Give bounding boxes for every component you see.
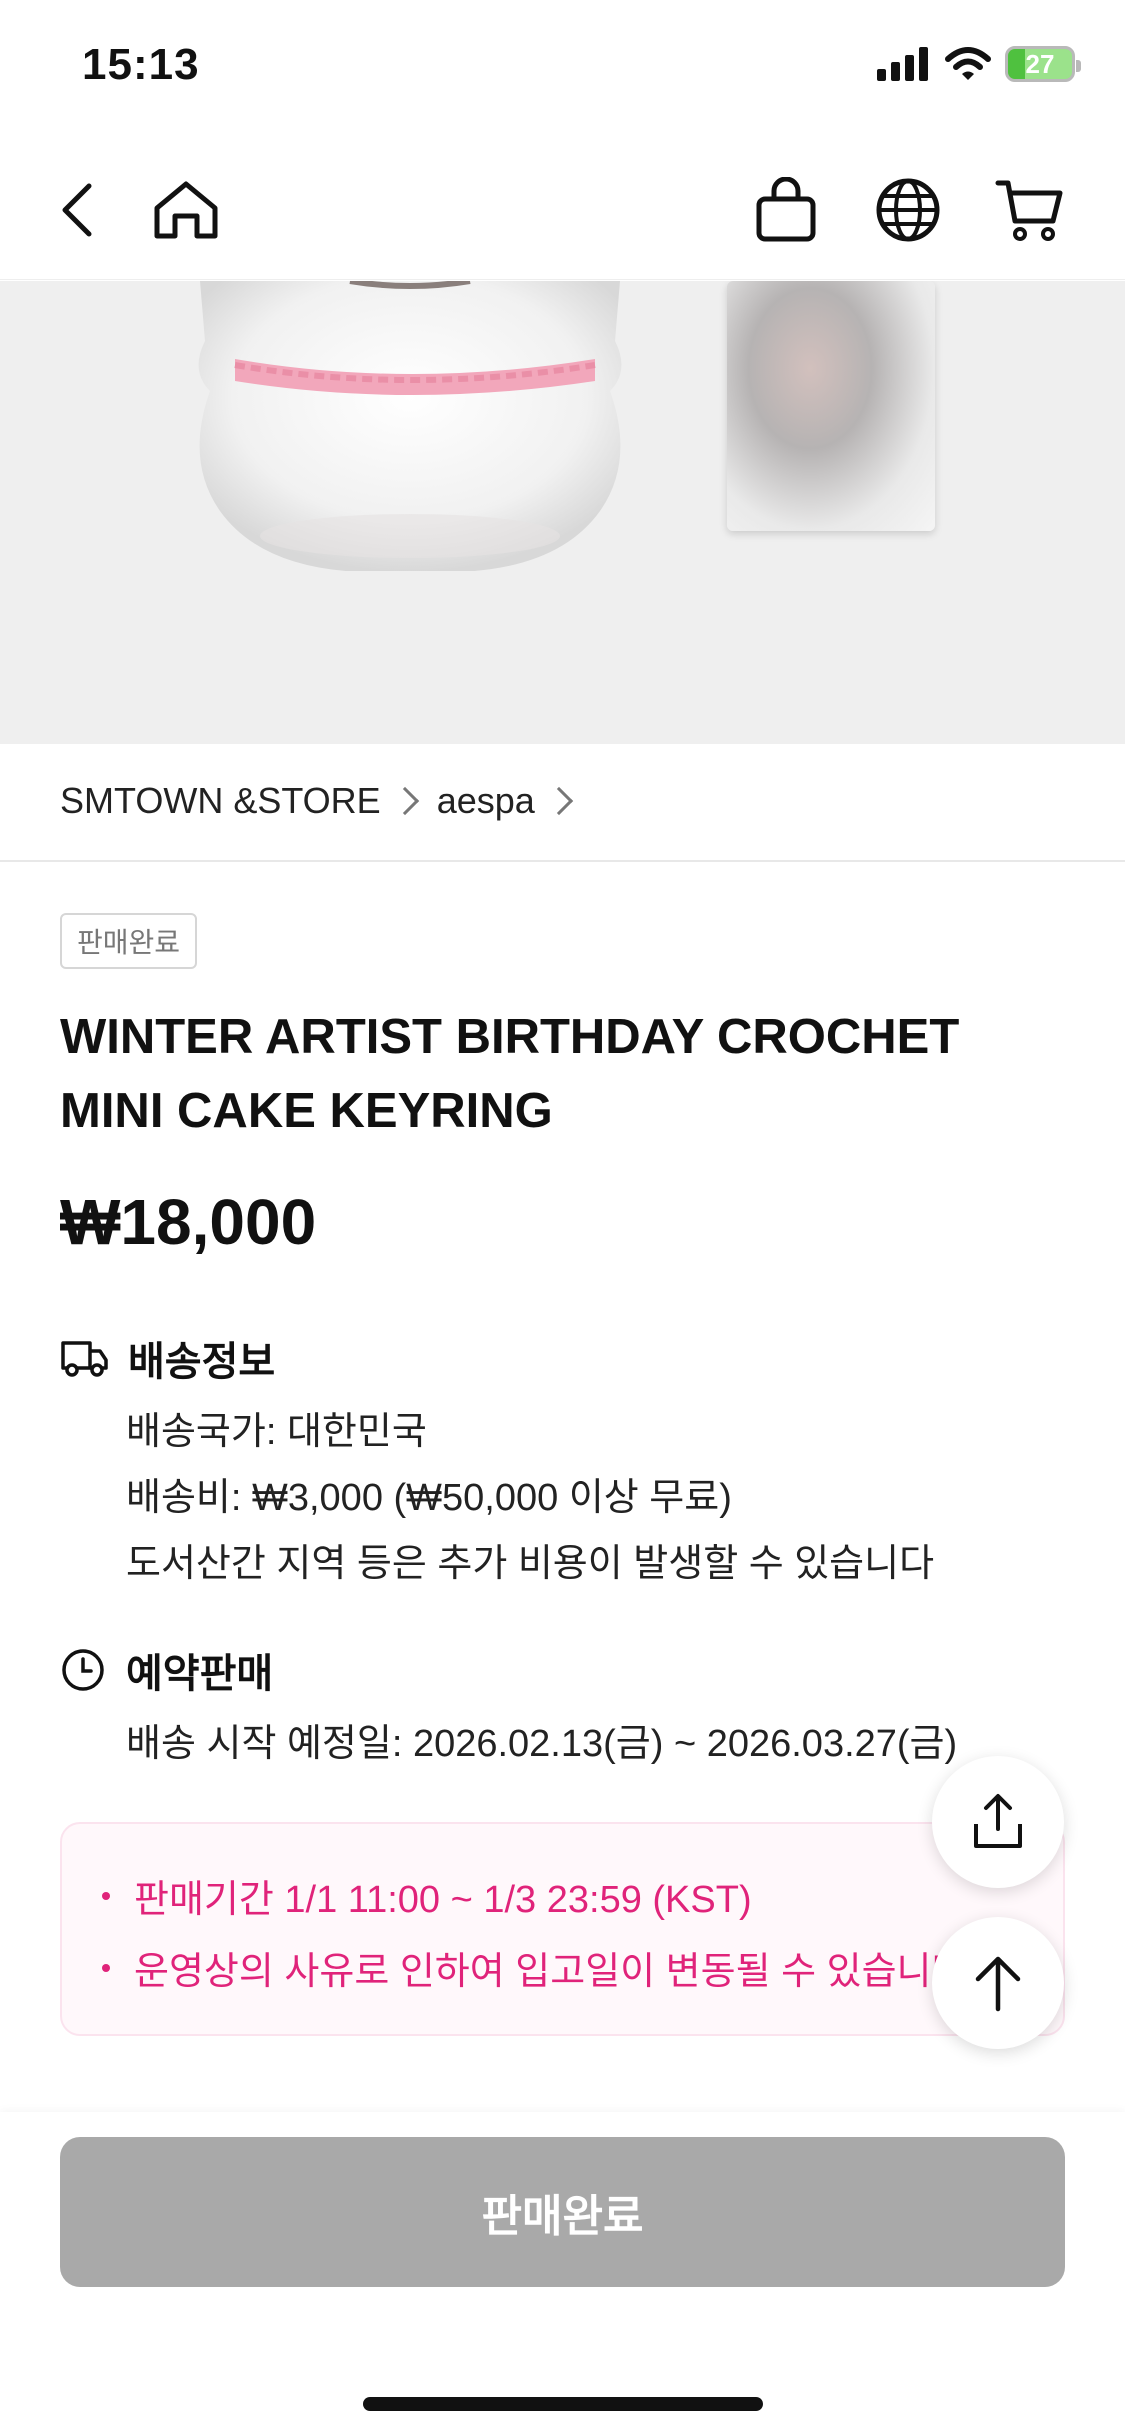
product-image-area xyxy=(0,281,1125,744)
cart-button[interactable] xyxy=(990,170,1070,250)
crochet-cake-image xyxy=(198,281,622,571)
back-button[interactable] xyxy=(38,170,118,250)
breadcrumb-store[interactable]: SMTOWN &STORE xyxy=(60,780,381,822)
divider xyxy=(0,860,1125,862)
shopping-bag-icon xyxy=(756,177,816,242)
shopping-bag-button[interactable] xyxy=(746,170,826,250)
notice-text: 운영상의 사유로 인하여 입고일이 변동될 수 있습니다 xyxy=(134,1951,967,1993)
shipping-note: 도서산간 지역 등은 추가 비용이 발생할 수 있습니다 xyxy=(126,1543,935,1585)
chevron-right-icon xyxy=(390,786,419,816)
breadcrumb: SMTOWN &STORE aespa xyxy=(60,780,577,822)
bullet-icon xyxy=(102,1891,110,1900)
notice-item: 운영상의 사유로 인하여 입고일이 변동될 수 있습니다 xyxy=(102,1940,966,1995)
status-bar: 15:13 27 xyxy=(0,0,1125,140)
shipping-info-section: 배송정보 배송국가: 대한민국 배송비: ₩3,000 (₩50,000 이상 … xyxy=(60,1323,1060,1597)
nav-bar xyxy=(0,140,1125,280)
chevron-right-icon xyxy=(544,786,573,816)
photocard-image xyxy=(727,281,935,531)
status-badge: 판매완료 xyxy=(60,913,198,969)
chevron-left-icon xyxy=(62,183,92,237)
sold-out-button[interactable]: 판매완료 xyxy=(60,2137,1065,2287)
bullet-icon xyxy=(102,1963,110,1972)
battery-fill xyxy=(1008,49,1026,79)
preorder-heading: 예약판매 xyxy=(126,1652,274,1696)
truck-icon xyxy=(61,1341,108,1377)
share-icon xyxy=(974,1794,1022,1848)
product-title: WINTER ARTIST BIRTHDAY CROCHET MINI CAKE… xyxy=(60,1010,960,1138)
cart-icon xyxy=(995,180,1063,241)
status-icons: 27 xyxy=(877,46,1081,82)
preorder-section: 예약판매 배송 시작 예정일: 2026.02.13(금) ~ 2026.03.… xyxy=(60,1635,1060,1777)
globe-icon xyxy=(876,178,940,242)
scroll-top-button[interactable] xyxy=(932,1917,1064,2049)
arrow-up-icon xyxy=(975,1956,1021,2012)
shipping-country: 배송국가: 대한민국 xyxy=(126,1411,427,1453)
preorder-ship-date: 배송 시작 예정일: 2026.02.13(금) ~ 2026.03.27(금) xyxy=(126,1723,958,1765)
share-button[interactable] xyxy=(932,1756,1064,1888)
home-button[interactable] xyxy=(146,170,226,250)
home-icon xyxy=(154,181,218,239)
wifi-icon xyxy=(945,47,991,80)
notice-box: 판매기간 1/1 11:00 ~ 1/3 23:59 (KST) 운영상의 사유… xyxy=(60,1822,1065,2036)
battery-indicator: 27 xyxy=(1005,46,1081,82)
notice-item: 판매기간 1/1 11:00 ~ 1/3 23:59 (KST) xyxy=(102,1868,752,1923)
shipping-heading: 배송정보 xyxy=(128,1340,276,1384)
breadcrumb-artist[interactable]: aespa xyxy=(437,780,535,822)
product-price: ₩18,000 xyxy=(60,1186,317,1258)
globe-button[interactable] xyxy=(868,170,948,250)
signal-icon xyxy=(877,47,928,81)
shipping-fee: 배송비: ₩3,000 (₩50,000 이상 무료) xyxy=(126,1477,732,1519)
notice-text: 판매기간 1/1 11:00 ~ 1/3 23:59 (KST) xyxy=(134,1879,752,1921)
bottom-bar: 판매완료 xyxy=(0,2112,1125,2436)
status-time: 15:13 xyxy=(82,40,200,89)
clock-icon xyxy=(62,1649,104,1691)
battery-percent: 27 xyxy=(1025,48,1055,79)
home-indicator xyxy=(363,2397,763,2411)
